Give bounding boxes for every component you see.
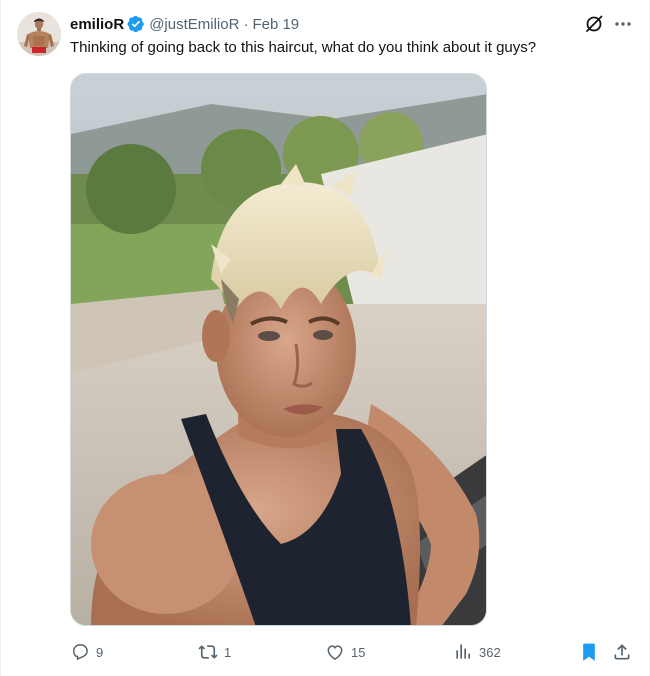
tweet-actions: 9 1 15 362 (70, 640, 635, 664)
reply-count: 9 (96, 644, 104, 660)
share-icon (614, 644, 630, 660)
share-button[interactable] (612, 640, 632, 664)
bookmark-filled-icon (583, 643, 595, 661)
more-options-icon[interactable] (611, 13, 635, 35)
views-count: 362 (479, 644, 501, 660)
author-handle[interactable]: @justEmilioR (149, 16, 239, 33)
bookmark-button[interactable] (579, 640, 599, 664)
reply-icon (72, 644, 88, 661)
heart-icon (327, 645, 343, 660)
like-count: 15 (351, 644, 366, 660)
repost-count: 1 (224, 644, 232, 660)
tweet-card: emilioR @justEmilioR · Feb 19 Thinking o… (0, 0, 650, 676)
reply-button[interactable]: 9 (70, 640, 103, 664)
repost-icon (198, 645, 218, 659)
like-button[interactable]: 15 (325, 640, 365, 664)
repost-button[interactable]: 1 (198, 640, 231, 664)
views-button[interactable]: 362 (453, 640, 501, 664)
views-chart-icon (456, 644, 470, 659)
avatar[interactable] (17, 12, 61, 56)
grok-icon[interactable] (583, 13, 605, 35)
tweet-header: emilioR @justEmilioR · Feb 19 (70, 14, 299, 34)
tweet-date[interactable]: Feb 19 (252, 16, 299, 33)
separator-dot: · (243, 15, 249, 33)
tweet-text: Thinking of going back to this haircut, … (70, 39, 537, 56)
display-name[interactable]: emilioR (70, 16, 124, 33)
tweet-photo[interactable] (70, 73, 487, 626)
verified-badge-icon (127, 15, 145, 33)
